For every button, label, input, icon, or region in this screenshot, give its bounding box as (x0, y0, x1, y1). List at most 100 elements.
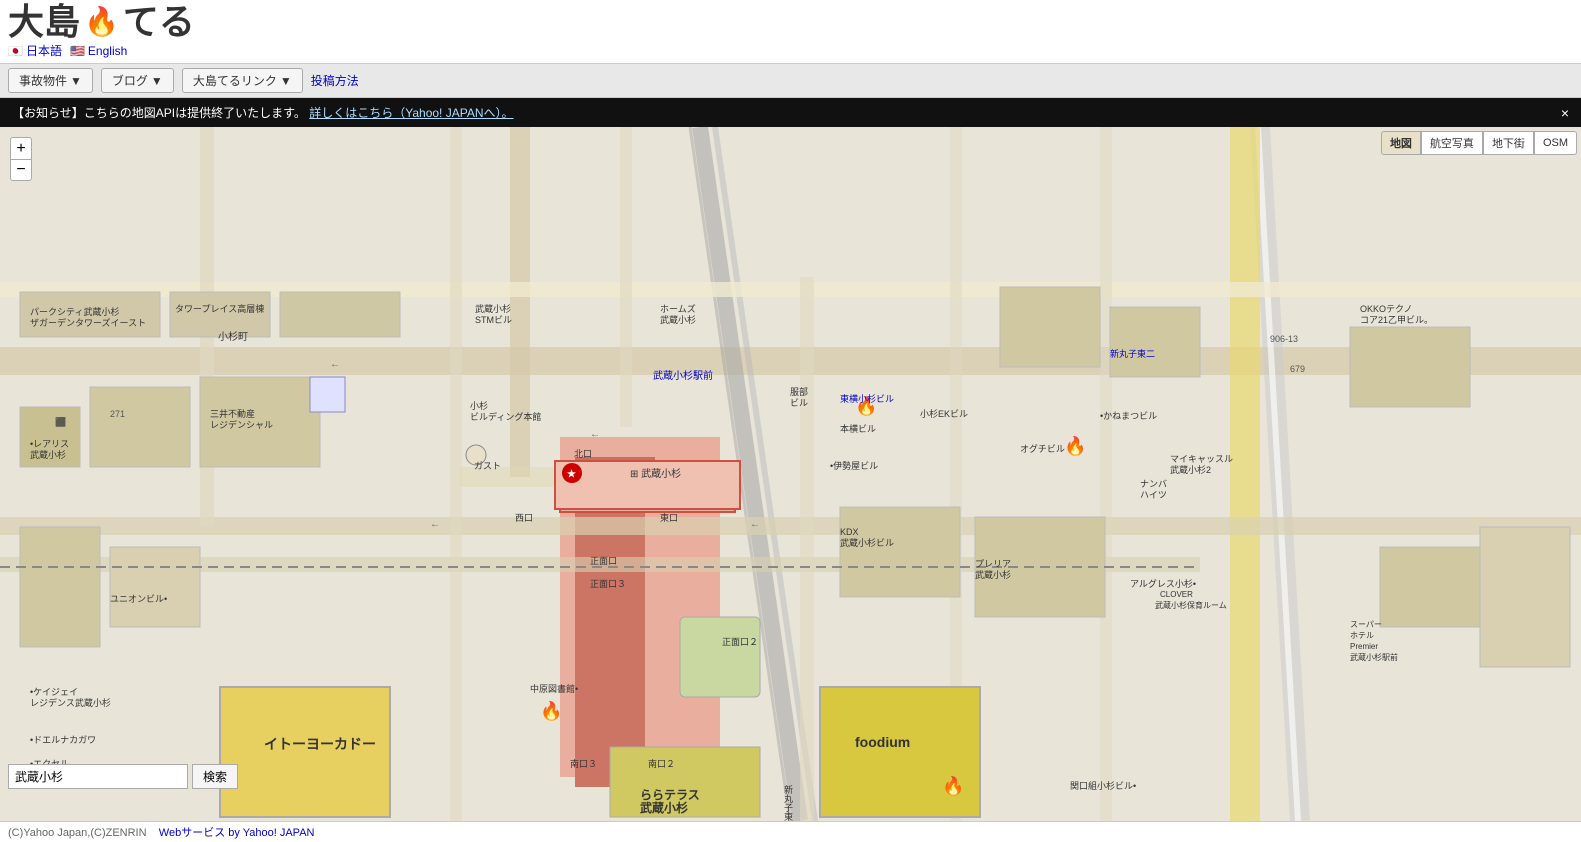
svg-text:•ケイジェイ: •ケイジェイ (30, 687, 78, 697)
svg-text:南口２: 南口２ (648, 758, 675, 769)
svg-text:新丸子東二: 新丸子東二 (1110, 348, 1155, 359)
announce-text: 【お知らせ】こちらの地図APIは提供終了いたします。 詳しくはこちら（Yahoo… (12, 104, 514, 121)
svg-text:南口３: 南口３ (570, 758, 597, 769)
svg-text:•ドエルナカガワ: •ドエルナカガワ (30, 735, 96, 745)
svg-text:武蔵小杉: 武蔵小杉 (640, 800, 688, 815)
svg-text:ザガーデンタワーズイースト: ザガーデンタワーズイースト (30, 317, 146, 328)
en-label: English (88, 44, 127, 58)
post-method-link[interactable]: 投稿方法 (311, 72, 359, 89)
svg-text:🔥: 🔥 (540, 700, 562, 721)
map-type-map-button[interactable]: 地図 (1381, 131, 1421, 155)
map-type-osm-button[interactable]: OSM (1534, 131, 1577, 155)
zoom-in-button[interactable]: + (10, 137, 32, 159)
svg-text:武蔵小杉ビル: 武蔵小杉ビル (840, 537, 894, 548)
svg-text:武蔵小杉: 武蔵小杉 (30, 449, 66, 460)
svg-text:ナンバ: ナンバ (1140, 479, 1167, 489)
svg-text:正面口: 正面口 (590, 556, 617, 566)
svg-text:ホテル: ホテル (1350, 631, 1374, 640)
post-method-label: 投稿方法 (311, 74, 359, 88)
svg-text:コア21乙甲ビル。: コア21乙甲ビル。 (1360, 315, 1433, 325)
svg-text:小杉町: 小杉町 (218, 330, 248, 343)
svg-text:東口: 東口 (660, 512, 678, 523)
svg-text:小杉: 小杉 (470, 400, 488, 411)
svg-text:←: ← (750, 519, 760, 530)
lang-japanese[interactable]: 🇯🇵 日本語 (8, 42, 62, 59)
svg-text:Premier: Premier (1350, 642, 1378, 651)
us-flag: 🇺🇸 (70, 44, 85, 58)
svg-text:武蔵小杉駅前: 武蔵小杉駅前 (653, 369, 713, 382)
svg-text:タワープレイス高層棟: タワープレイス高層棟 (175, 303, 264, 314)
svg-text:⊞ 武蔵小杉: ⊞ 武蔵小杉 (630, 467, 681, 480)
svg-text:正面口２: 正面口２ (722, 637, 758, 647)
svg-text:ビルディング本館: ビルディング本館 (470, 411, 541, 422)
map-type-underground-button[interactable]: 地下街 (1483, 131, 1534, 155)
navigation-bar: 事故物件 ▼ ブログ ▼ 大島てるリンク ▼ 投稿方法 (0, 64, 1581, 98)
svg-text:オグチビル: オグチビル (1020, 443, 1065, 454)
announce-link-text: 詳しくはこちら（Yahoo! JAPANへ）。 (309, 106, 513, 120)
site-header: 大島 🔥 てる 🇯🇵 日本語 🇺🇸 English (0, 0, 1581, 64)
announce-message: 【お知らせ】こちらの地図APIは提供終了いたします。 (12, 106, 306, 120)
map-type-controls: 地図 航空写真 地下街 OSM (1381, 131, 1577, 155)
announce-link[interactable]: 詳しくはこちら（Yahoo! JAPANへ）。 (309, 106, 513, 120)
svg-text:レジデンス武蔵小杉: レジデンス武蔵小杉 (30, 697, 111, 708)
svg-text:ビル: ビル (790, 398, 808, 408)
lang-english[interactable]: 🇺🇸 English (70, 42, 127, 59)
blog-menu-button[interactable]: ブログ ▼ (101, 68, 174, 93)
site-title-kanji: 大島 (8, 4, 80, 40)
svg-text:foodium: foodium (855, 734, 910, 750)
map-svg: 🔥 🔥 🔥 🔥 ← ← ← ← パークシティ武蔵小杉 ザガーデンタワーズイースト… (0, 127, 1581, 821)
svg-text:武蔵小杉: 武蔵小杉 (975, 569, 1011, 580)
blog-label: ブログ (112, 72, 148, 89)
web-service-text: Webサービス by Yahoo! JAPAN (159, 827, 315, 839)
map-type-aerial-button[interactable]: 航空写真 (1421, 131, 1483, 155)
footer: (C)Yahoo Japan,(C)ZENRIN Webサービス by Yaho… (0, 821, 1581, 842)
links-menu-button[interactable]: 大島てるリンク ▼ (182, 68, 303, 93)
site-title: 大島 🔥 てる (8, 4, 1573, 40)
svg-text:東横小杉ビル: 東横小杉ビル (840, 393, 894, 404)
svg-text:服部: 服部 (790, 386, 808, 397)
svg-text:KDX: KDX (840, 527, 859, 537)
svg-text:武蔵小杉保育ルーム: 武蔵小杉保育ルーム (1155, 600, 1227, 610)
svg-text:三井不動産: 三井不動産 (210, 408, 255, 419)
svg-text:小杉EKビル: 小杉EKビル (920, 408, 968, 419)
svg-text:←: ← (330, 359, 340, 370)
svg-text:中原図書館•: 中原図書館• (530, 683, 578, 694)
svg-text:プレリア: プレリア (975, 559, 1011, 569)
svg-text:•かねまつビル: •かねまつビル (1100, 411, 1157, 421)
links-label: 大島てるリンク (193, 72, 277, 89)
svg-text:906-13: 906-13 (1270, 334, 1298, 344)
announce-close-button[interactable]: × (1561, 105, 1569, 121)
svg-text:🔥: 🔥 (1064, 435, 1086, 456)
svg-text:⬛: ⬛ (55, 416, 66, 427)
svg-text:679: 679 (1290, 364, 1305, 374)
svg-text:武蔵小杉: 武蔵小杉 (475, 303, 511, 314)
svg-text:ホームズ: ホームズ (660, 303, 696, 314)
zoom-out-button[interactable]: − (10, 159, 32, 181)
svg-text:アルグレス小杉•: アルグレス小杉• (1130, 578, 1196, 589)
svg-text:CLOVER: CLOVER (1160, 590, 1193, 599)
svg-text:•伊勢屋ビル: •伊勢屋ビル (830, 460, 878, 471)
copyright-text: (C)Yahoo Japan,(C)ZENRIN (8, 827, 147, 839)
accident-menu-button[interactable]: 事故物件 ▼ (8, 68, 93, 93)
search-box: 検索 (8, 764, 238, 789)
svg-text:関口組小杉ビル•: 関口組小杉ビル• (1070, 780, 1136, 791)
jp-flag: 🇯🇵 (8, 44, 23, 58)
search-input[interactable] (8, 764, 188, 789)
jp-label: 日本語 (26, 42, 62, 59)
svg-text:OKKOテクノ: OKKOテクノ (1360, 304, 1412, 314)
web-service-link[interactable]: Webサービス by Yahoo! JAPAN (159, 827, 315, 839)
links-arrow: ▼ (280, 74, 292, 88)
zoom-controls: + − (10, 137, 32, 181)
svg-text:🔥: 🔥 (942, 775, 964, 796)
svg-text:イトーヨーカドー: イトーヨーカドー (264, 736, 376, 752)
svg-text:正面口３: 正面口３ (590, 579, 626, 589)
svg-text:•レアリス: •レアリス (30, 439, 69, 449)
svg-text:ガスト: ガスト (474, 461, 501, 471)
svg-text:★: ★ (567, 469, 576, 480)
svg-text:新丸子東３: 新丸子東３ (783, 784, 793, 821)
accident-label: 事故物件 (19, 72, 67, 89)
svg-text:武蔵小杉駅前: 武蔵小杉駅前 (1350, 652, 1398, 662)
map-container[interactable]: 🔥 🔥 🔥 🔥 ← ← ← ← パークシティ武蔵小杉 ザガーデンタワーズイースト… (0, 127, 1581, 821)
language-bar: 🇯🇵 日本語 🇺🇸 English (8, 42, 1573, 59)
search-button[interactable]: 検索 (192, 764, 238, 789)
